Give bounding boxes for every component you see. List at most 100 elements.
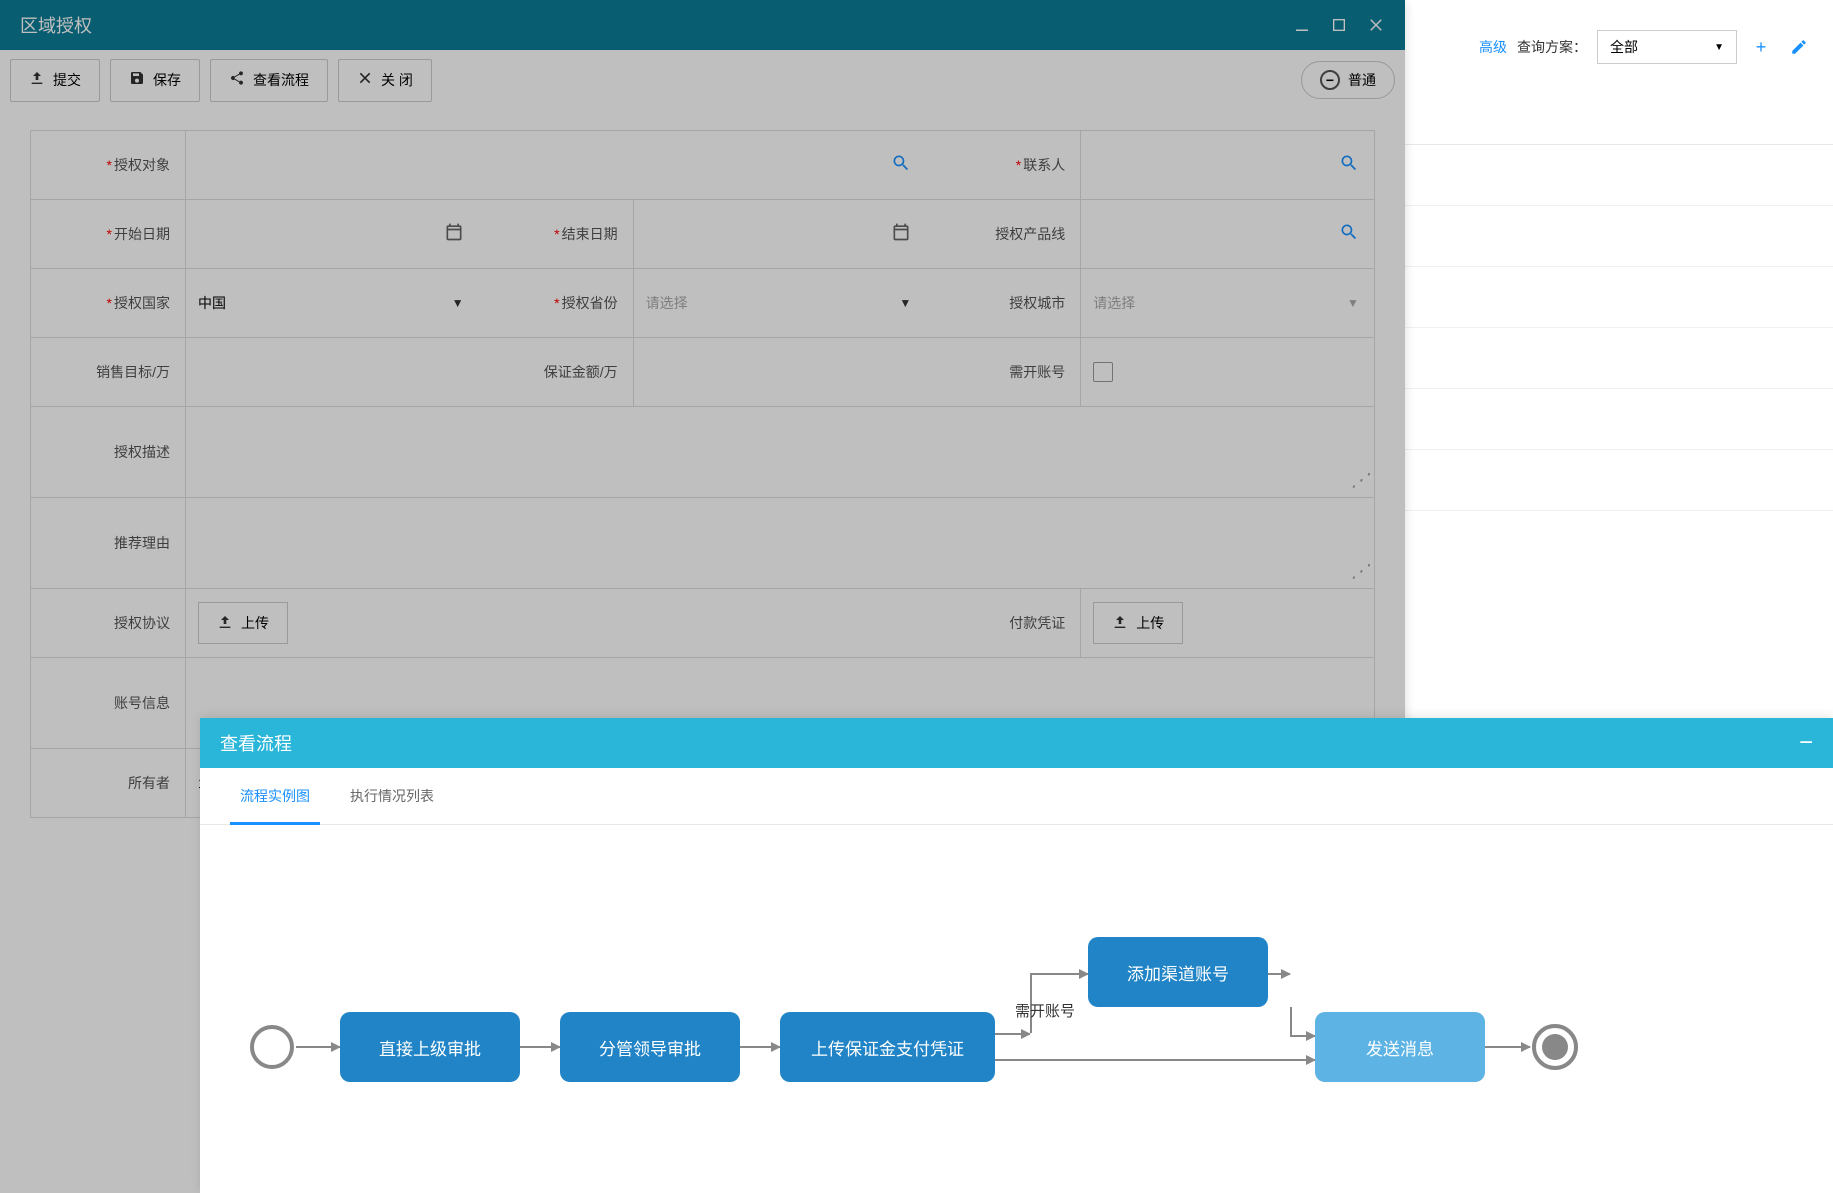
flow-node-3: 上传保证金支付凭证 xyxy=(780,1012,995,1082)
scheme-label: 查询方案： xyxy=(1517,37,1587,57)
share-icon xyxy=(229,70,245,91)
flow-node-1: 直接上级审批 xyxy=(340,1012,520,1082)
view-flow-label: 查看流程 xyxy=(253,70,309,90)
auth-object-label: 授权对象 xyxy=(31,131,186,199)
minimize-icon xyxy=(1293,16,1311,34)
flow-canvas: 直接上级审批 分管领导审批 上传保证金支付凭证 需开账号 添加渠道账号 发送消息 xyxy=(200,825,1833,1175)
flow-arrow xyxy=(1030,973,1088,975)
flow-panel: 查看流程 − 流程实例图 执行情况列表 直接上级审批 分管领导审批 上传保证金支… xyxy=(200,718,1833,1193)
auth-agreement-cell: 上传 xyxy=(186,589,926,657)
upload-icon xyxy=(29,70,45,91)
need-account-label: 需开账号 xyxy=(926,338,1081,406)
calendar-icon[interactable] xyxy=(891,222,911,247)
product-line-input[interactable] xyxy=(1081,200,1374,268)
recommend-reason-label: 推荐理由 xyxy=(31,498,186,588)
sales-target-input[interactable] xyxy=(186,338,479,406)
resize-handle-icon[interactable]: ⋰ xyxy=(1351,470,1366,491)
auth-country-select[interactable]: 中国 ▼ xyxy=(186,269,479,337)
payment-proof-cell: 上传 xyxy=(1081,589,1374,657)
x-icon xyxy=(357,70,373,91)
chevron-down-icon: ▼ xyxy=(1347,296,1359,310)
auth-desc-textarea[interactable]: ⋰ xyxy=(186,407,1374,497)
scheme-select[interactable]: 全部 ▼ xyxy=(1597,30,1737,64)
sales-target-label: 销售目标/万 xyxy=(31,338,186,406)
chevron-down-icon: ▼ xyxy=(1714,42,1724,53)
status-text: 普通 xyxy=(1348,70,1376,90)
upload-label: 上传 xyxy=(1136,613,1164,633)
flow-node-5: 发送消息 xyxy=(1315,1012,1485,1082)
pencil-icon xyxy=(1790,38,1808,56)
need-account-checkbox[interactable] xyxy=(1093,362,1113,382)
advanced-link[interactable]: 高级 xyxy=(1479,37,1507,57)
flow-arrow xyxy=(1290,1035,1315,1037)
modal-title: 区域授权 xyxy=(20,12,92,38)
recommend-reason-textarea[interactable]: ⋰ xyxy=(186,498,1374,588)
flow-arrow xyxy=(740,1046,780,1048)
flow-arrow xyxy=(296,1046,340,1048)
flow-arrow xyxy=(520,1046,560,1048)
flow-tabs: 流程实例图 执行情况列表 xyxy=(200,768,1833,825)
flow-arrow xyxy=(995,1059,1315,1061)
auth-country-label: 授权国家 xyxy=(31,269,186,337)
modal-titlebar: 区域授权 xyxy=(0,0,1405,50)
end-date-input[interactable] xyxy=(634,200,927,268)
upload-label: 上传 xyxy=(241,613,269,633)
auth-agreement-label: 授权协议 xyxy=(31,589,186,657)
auth-country-value: 中国 xyxy=(198,293,226,313)
product-line-label: 授权产品线 xyxy=(926,200,1081,268)
resize-handle-icon[interactable]: ⋰ xyxy=(1351,561,1366,582)
auth-desc-label: 授权描述 xyxy=(31,407,186,497)
account-info-label: 账号信息 xyxy=(31,658,186,748)
auth-province-select[interactable]: 请选择 ▼ xyxy=(634,269,927,337)
flow-title: 查看流程 xyxy=(220,730,292,756)
auth-province-label: 授权省份 xyxy=(479,269,634,337)
contact-input[interactable] xyxy=(1081,131,1374,199)
edit-scheme-button[interactable] xyxy=(1785,33,1813,61)
flow-branch-label: 需开账号 xyxy=(1015,1000,1075,1021)
status-badge: − 普通 xyxy=(1301,61,1395,99)
deposit-amount-input[interactable] xyxy=(634,338,927,406)
close-icon xyxy=(1367,16,1385,34)
minimize-button[interactable] xyxy=(1293,16,1311,34)
flow-connector xyxy=(1268,973,1290,975)
add-scheme-button[interactable]: + xyxy=(1747,33,1775,61)
flow-minimize-button[interactable]: − xyxy=(1799,729,1813,757)
search-icon[interactable] xyxy=(1339,222,1359,247)
save-icon xyxy=(129,70,145,91)
search-icon[interactable] xyxy=(891,153,911,178)
flow-start-node xyxy=(250,1025,294,1069)
calendar-icon[interactable] xyxy=(444,222,464,247)
save-label: 保存 xyxy=(153,70,181,90)
view-flow-button[interactable]: 查看流程 xyxy=(210,59,328,102)
start-date-input[interactable] xyxy=(186,200,479,268)
search-icon[interactable] xyxy=(1339,153,1359,178)
need-account-cell xyxy=(1081,338,1374,406)
auth-province-placeholder: 请选择 xyxy=(646,293,688,313)
maximize-button[interactable] xyxy=(1331,16,1347,34)
flow-arrow xyxy=(995,1033,1030,1035)
tab-diagram[interactable]: 流程实例图 xyxy=(220,768,330,824)
scheme-value: 全部 xyxy=(1610,37,1638,57)
plus-icon: + xyxy=(1756,37,1767,58)
owner-label: 所有者 xyxy=(31,749,186,817)
auth-city-select[interactable]: 请选择 ▼ xyxy=(1081,269,1374,337)
auth-agreement-upload-button[interactable]: 上传 xyxy=(198,602,288,644)
upload-icon xyxy=(1112,614,1128,633)
tab-list[interactable]: 执行情况列表 xyxy=(330,768,454,824)
flow-titlebar: 查看流程 − xyxy=(200,718,1833,768)
deposit-amount-label: 保证金额/万 xyxy=(479,338,634,406)
flow-connector xyxy=(1290,1007,1292,1035)
maximize-icon xyxy=(1331,17,1347,33)
auth-object-input[interactable] xyxy=(186,131,926,199)
close-toolbar-button[interactable]: 关 闭 xyxy=(338,59,432,102)
submit-button[interactable]: 提交 xyxy=(10,59,100,102)
chevron-down-icon: ▼ xyxy=(452,296,464,310)
save-button[interactable]: 保存 xyxy=(110,59,200,102)
submit-label: 提交 xyxy=(53,70,81,90)
payment-proof-upload-button[interactable]: 上传 xyxy=(1093,602,1183,644)
payment-proof-label: 付款凭证 xyxy=(926,589,1081,657)
chevron-down-icon: ▼ xyxy=(899,296,911,310)
close-label: 关 闭 xyxy=(381,70,413,90)
close-button[interactable] xyxy=(1367,16,1385,34)
contact-label: 联系人 xyxy=(926,131,1081,199)
